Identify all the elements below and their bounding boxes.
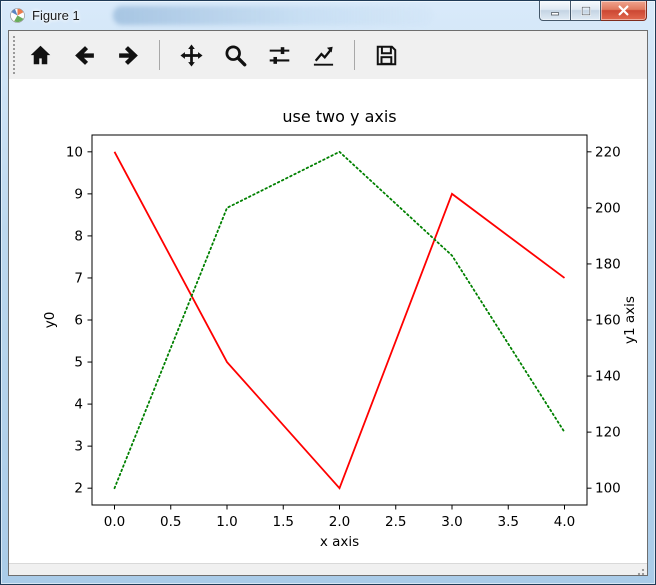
x-axis-label: x axis (320, 534, 359, 550)
maximize-button[interactable] (571, 1, 601, 21)
toolbar-button-pan[interactable] (170, 34, 212, 76)
x-tick-label: 3.5 (498, 514, 519, 530)
toolbar-separator (159, 40, 160, 70)
two-y-axis-chart: 0.0 0.5 1.0 1.5 2.0 2.5 3.0 3.5 4.0 2 3 4 5 6 7 8 9 10 100… (42, 107, 638, 550)
glass-reflection (113, 6, 433, 25)
toolbar-button-forward[interactable] (107, 34, 149, 76)
window-title: Figure 1 (32, 8, 80, 23)
toolbar-button-home[interactable] (19, 34, 61, 76)
y-left-tick-label: 2 (74, 481, 83, 497)
minimize-icon (551, 11, 559, 15)
y-right-axis-label: y1 axis (622, 296, 638, 344)
y-left-tick-label: 9 (74, 186, 83, 202)
forward-icon (118, 45, 138, 65)
client-area: 0.0 0.5 1.0 1.5 2.0 2.5 3.0 3.5 4.0 2 3 4 5 6 7 8 9 10 100… (8, 30, 648, 576)
home-icon (30, 45, 50, 64)
y-right-tick-label: 200 (595, 200, 621, 216)
toolbar-separator (354, 40, 355, 70)
x-tick-label: 0.0 (104, 514, 125, 530)
x-tick-label: 2.5 (385, 514, 406, 530)
y-right-tick-label: 220 (595, 144, 621, 160)
x-tick-label: 1.5 (273, 514, 294, 530)
y-left-axis-label: y0 (42, 312, 58, 329)
y-right-tick-label: 120 (595, 425, 621, 441)
x-tick-label: 0.5 (160, 514, 181, 530)
configure-subplots-icon (269, 46, 289, 64)
close-icon (618, 5, 629, 16)
toolbar-button-configure-subplots[interactable] (258, 34, 300, 76)
navigation-toolbar (9, 31, 647, 79)
figure-canvas[interactable]: 0.0 0.5 1.0 1.5 2.0 2.5 3.0 3.5 4.0 2 3 4 5 6 7 8 9 10 100… (9, 79, 647, 563)
back-icon (74, 45, 94, 65)
figure-window: Figure 1 0.0 0.5 1.0 1.5 2.0 2.5 3.0 3.5… (0, 0, 656, 585)
y-left-tick-label: 5 (74, 355, 83, 371)
y-left-tick-label: 8 (74, 228, 83, 244)
x-tick-label: 2.0 (329, 514, 350, 530)
toolbar-button-back[interactable] (63, 34, 105, 76)
resize-grip[interactable] (634, 569, 645, 575)
y-left-tick-label: 6 (74, 313, 83, 329)
edit-parameters-icon (313, 46, 333, 66)
y-right-tick-label: 100 (595, 481, 621, 497)
y-right-tick-label: 160 (595, 313, 621, 329)
maximize-icon (580, 5, 591, 16)
y-left-tick-label: 7 (74, 270, 83, 286)
chart-title: use two y axis (282, 107, 396, 126)
caption-buttons (539, 1, 647, 21)
y-left-tick-label: 3 (74, 439, 83, 455)
close-button[interactable] (601, 1, 647, 21)
toolbar-button-zoom[interactable] (214, 34, 256, 76)
zoom-icon (225, 45, 246, 66)
y-right-tick-label: 140 (595, 369, 621, 385)
minimize-button[interactable] (539, 1, 571, 21)
y-left-tick-label: 10 (66, 144, 83, 160)
toolbar-button-edit-parameters[interactable] (302, 34, 344, 76)
toolbar-drag-handle[interactable] (13, 36, 18, 74)
save-icon (376, 45, 396, 65)
pan-icon (179, 43, 203, 67)
x-tick-label: 1.0 (216, 514, 237, 530)
axes-frame (91, 134, 588, 506)
status-bar (9, 563, 647, 575)
y-right-tick-label: 180 (595, 256, 621, 272)
y-left-tick-label: 4 (74, 397, 83, 413)
x-tick-label: 3.0 (441, 514, 462, 530)
title-bar[interactable]: Figure 1 (1, 1, 655, 30)
matplotlib-app-icon (10, 8, 25, 23)
x-tick-label: 4.0 (554, 514, 575, 530)
toolbar-button-save[interactable] (365, 34, 407, 76)
